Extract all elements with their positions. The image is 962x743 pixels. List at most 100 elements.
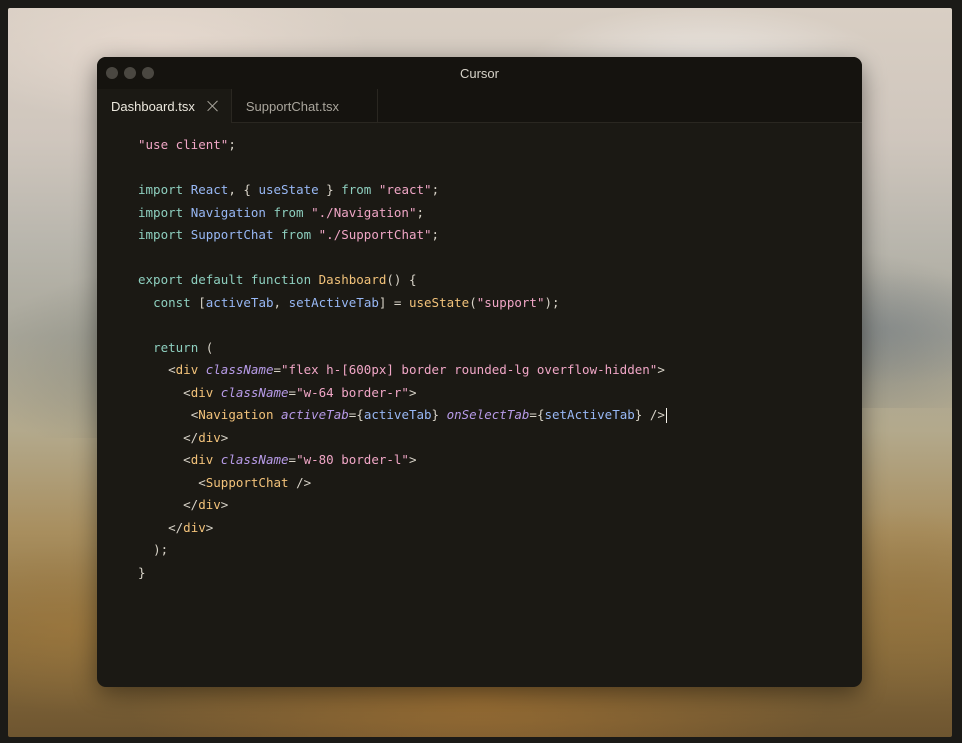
code-token: ; [431,182,440,197]
code-token: ] = [378,294,409,310]
code-token: () { [386,272,417,287]
code-line: <div className="w-64 border-r"> [138,382,862,405]
code-token: ( [469,294,477,310]
code-line: import React, { useState } from "react"; [138,179,862,202]
code-token: import [138,182,184,197]
code-line: </div> [138,494,862,517]
code-token: default [190,272,244,287]
tab-label: Dashboard.tsx [111,98,195,114]
code-token: div [190,452,214,467]
code-token: activeTab [205,294,274,310]
code-token: import [138,204,184,220]
code-token: "flex h-[600px] border rounded-lg overfl… [281,362,658,377]
minimize-window-button[interactable] [124,67,136,79]
code-token: ; [431,227,440,242]
code-token: } [138,564,146,580]
code-token: useState [258,182,319,197]
code-token: "react" [378,182,432,197]
code-token: activeTab [363,407,432,422]
code-token: > [657,362,665,377]
code-token: div [198,429,221,445]
code-token: div [198,497,221,512]
code-line: <div className="w-80 border-l"> [138,449,862,472]
code-token: < [198,474,206,490]
code-token: > [220,497,229,512]
code-token: useState [408,294,470,310]
code-token: = [273,362,282,377]
code-line: <SupportChat /> [138,472,862,495]
code-token: "use client" [138,137,229,152]
code-token: function [250,272,312,287]
tab-bar: Dashboard.tsx SupportChat.tsx [97,89,862,123]
code-token: { [356,407,364,422]
code-token: SupportChat [205,474,289,490]
code-token: ( [198,339,214,355]
code-token: = [288,384,297,400]
code-editor[interactable]: "use client"; import React, { useState }… [97,123,862,687]
code-line: const [activeTab, setActiveTab] = useSta… [138,292,862,315]
code-token: const [153,294,191,310]
code-token: = [529,407,537,422]
window-controls [106,67,154,79]
code-token: activeTab [281,407,349,422]
code-token: div [175,362,199,377]
code-token: className [220,452,289,467]
code-token: SupportChat [190,227,274,242]
code-token: from [281,227,312,242]
editor-window: Cursor Dashboard.tsx SupportChat.tsx "us… [97,57,862,687]
code-token: [ [190,294,206,310]
code-token: export [138,272,184,287]
code-line: import SupportChat from "./SupportChat"; [138,224,862,247]
code-token: /> [642,407,665,422]
tab-label: SupportChat.tsx [245,98,340,114]
code-token: Navigation [190,204,266,220]
code-token: "support" [476,294,545,310]
code-token: className [220,384,289,400]
code-token: "w-64 border-r" [296,384,409,400]
code-token: div [190,384,214,400]
code-line: } [138,562,862,585]
code-token: /> [288,474,312,490]
code-token: from [273,204,304,220]
tab-supportchat[interactable]: SupportChat.tsx [232,89,379,123]
code-token: from [341,182,372,197]
code-line: </div> [138,427,862,450]
code-token: , { [228,182,259,197]
code-line: </div> [138,517,862,540]
code-token: > [408,452,417,467]
code-token: </ [183,429,199,445]
code-line: <Navigation activeTab={activeTab} onSele… [138,404,862,427]
code-token: Dashboard [318,272,387,287]
code-token: ; [416,204,425,220]
code-token: > [220,429,229,445]
code-line: ); [138,539,862,562]
code-line: import Navigation from "./Navigation"; [138,202,862,225]
code-token: > [205,519,214,535]
title-bar[interactable]: Cursor [97,57,862,89]
code-token: </ [183,497,199,512]
code-token: setActiveTab [544,407,635,422]
code-token: "./Navigation" [311,204,417,220]
code-token: div [183,519,206,535]
code-token: onSelectTab [446,407,530,422]
window-title: Cursor [459,65,499,81]
text-cursor [665,408,668,423]
code-token: ); [544,294,560,310]
code-token: import [138,227,184,242]
code-token: ; [228,137,236,152]
code-line: <div className="flex h-[600px] border ro… [138,359,862,382]
tab-dashboard[interactable]: Dashboard.tsx [97,89,232,123]
maximize-window-button[interactable] [142,67,154,79]
code-token: } [318,182,342,197]
close-icon[interactable] [207,100,219,112]
code-line: export default function Dashboard() { [138,269,862,292]
close-window-button[interactable] [106,67,118,79]
code-token: < [183,384,191,400]
code-token: </ [168,519,184,535]
code-token: > [408,384,417,400]
code-token: "./SupportChat" [318,227,432,242]
code-token: ); [153,542,169,557]
code-token: , [273,294,289,310]
code-token: Navigation [198,407,274,422]
